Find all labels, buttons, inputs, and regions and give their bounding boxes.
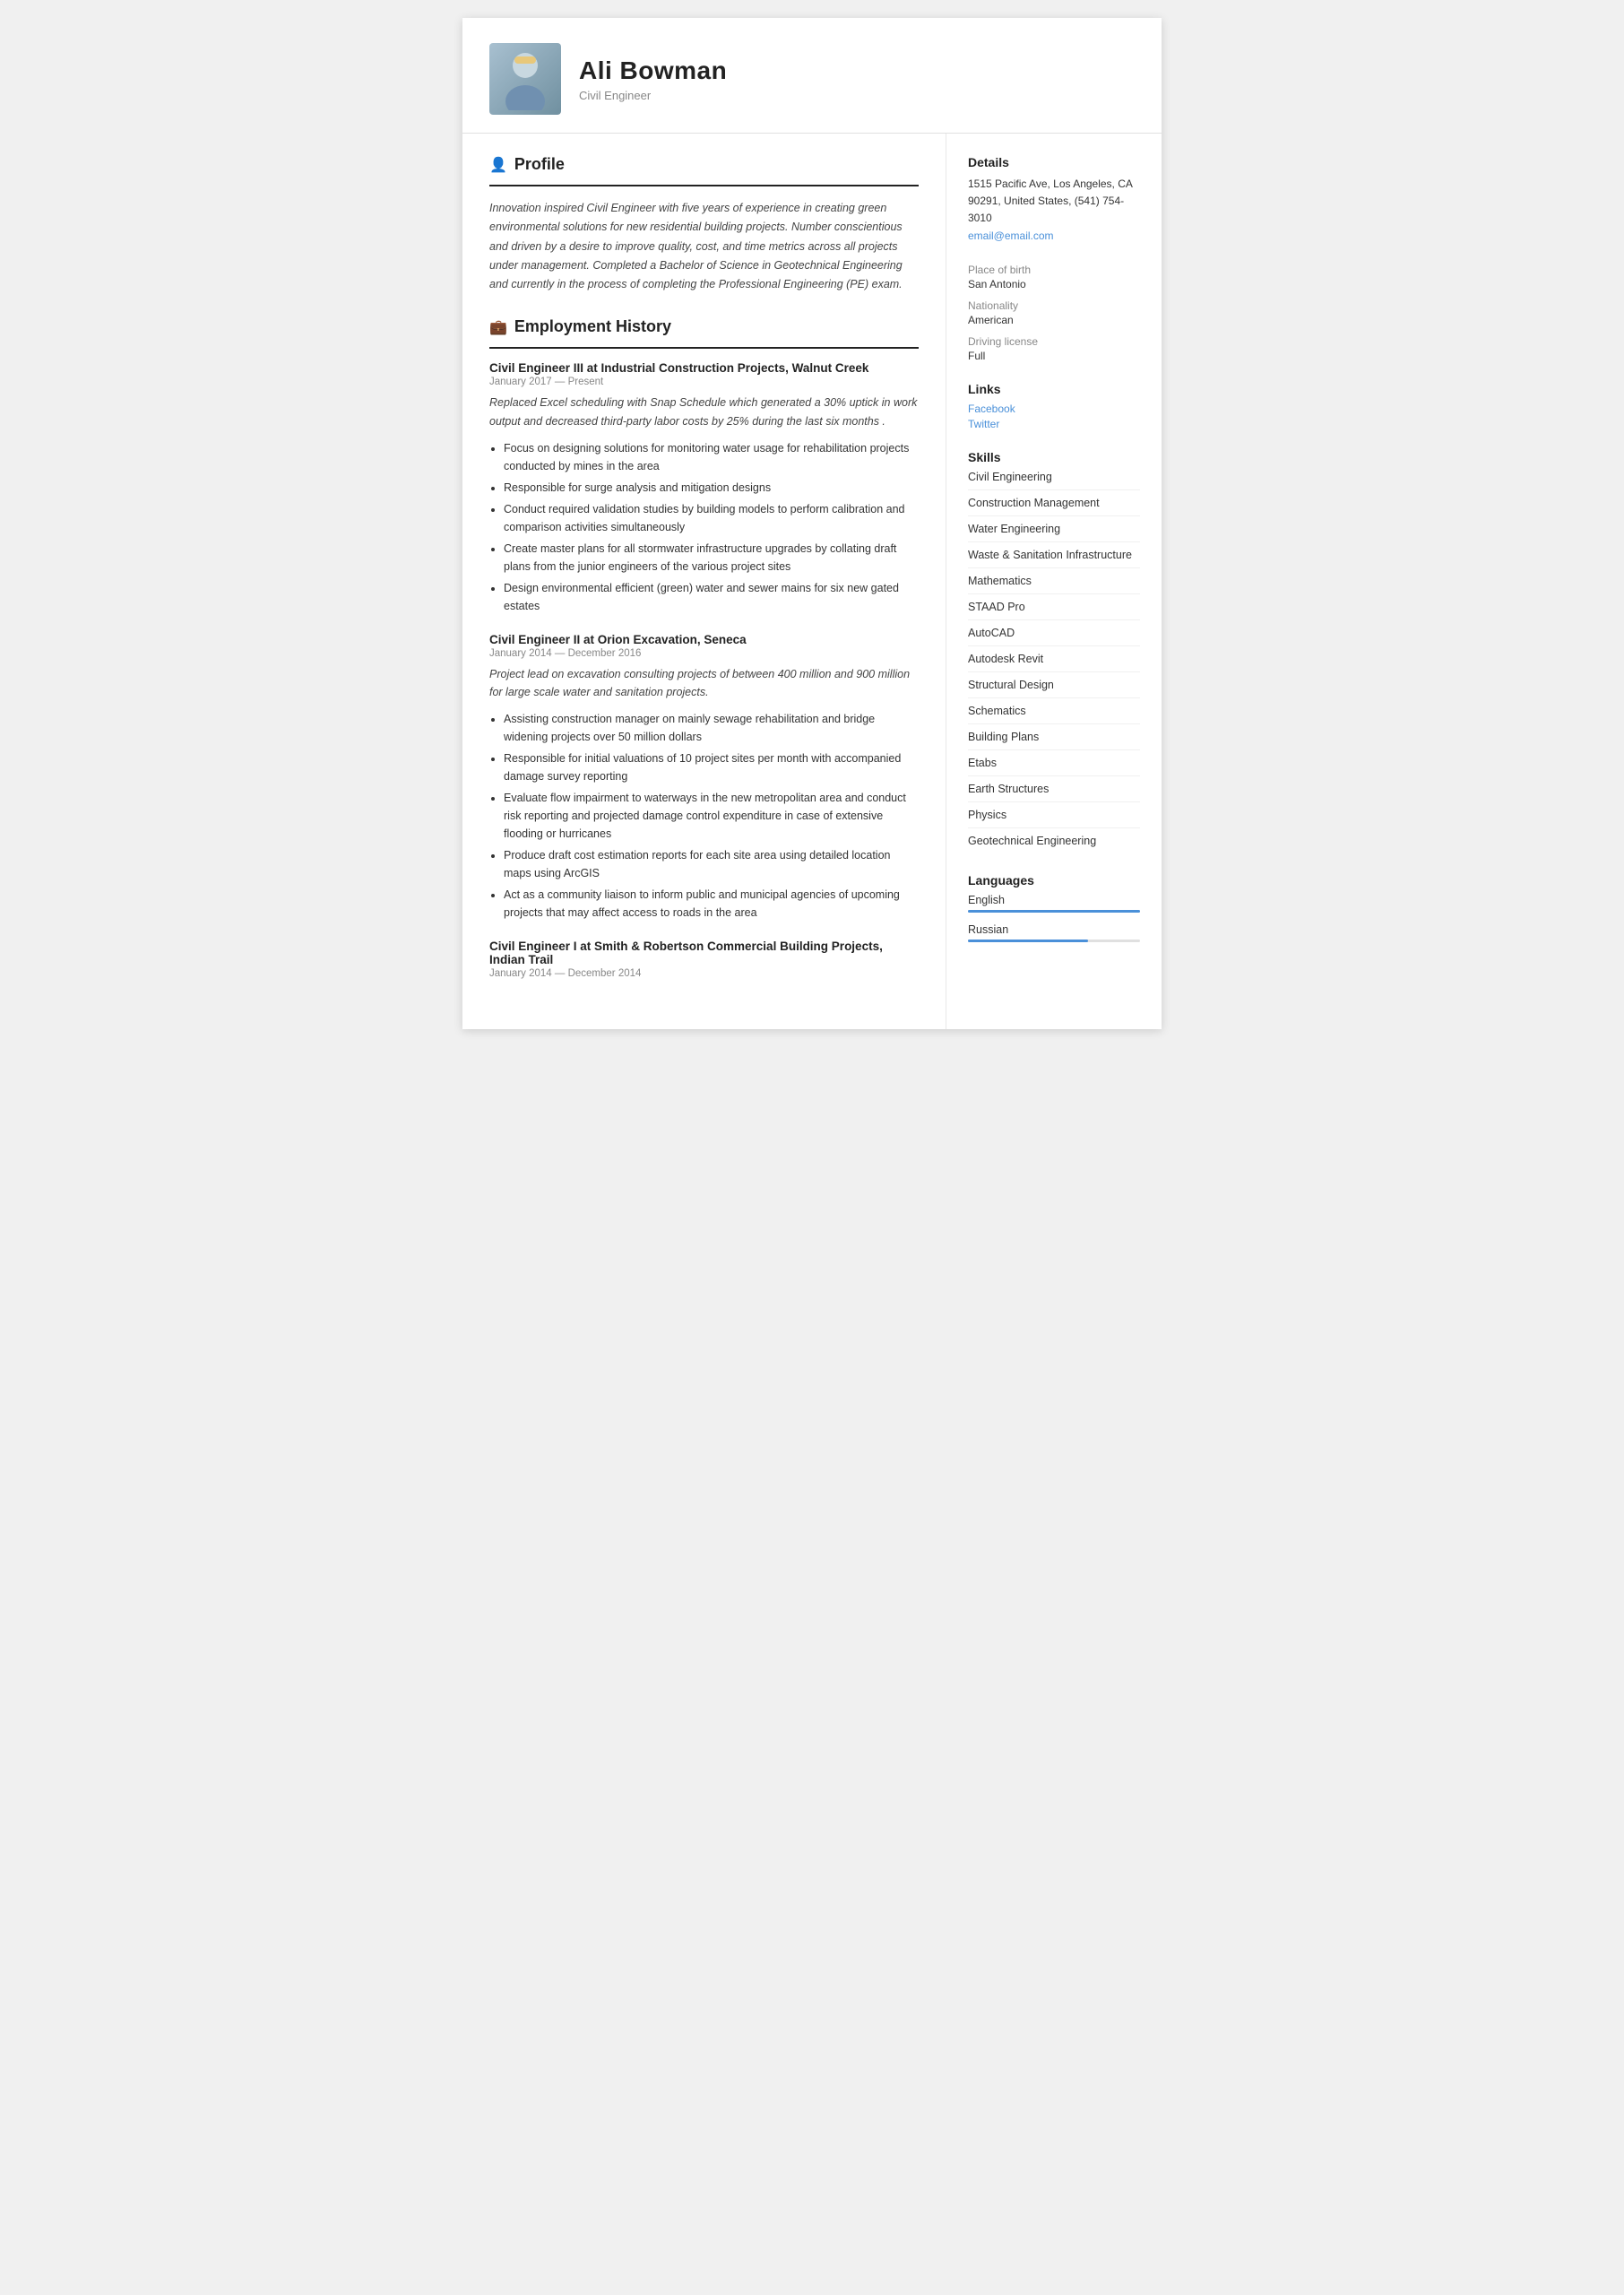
- details-section: Details 1515 Pacific Ave, Los Angeles, C…: [968, 155, 1140, 244]
- language-item-russian: Russian: [968, 923, 1140, 942]
- nationality-value: American: [968, 314, 1140, 326]
- language-bar-fill-russian: [968, 940, 1088, 942]
- list-item: Responsible for surge analysis and mitig…: [504, 479, 919, 497]
- profile-divider: [489, 185, 919, 186]
- language-bar-fill-english: [968, 910, 1140, 913]
- job-bullets-1: Focus on designing solutions for monitor…: [489, 439, 919, 615]
- job-bullets-2: Assisting construction manager on mainly…: [489, 710, 919, 922]
- links-section: Links Facebook Twitter: [968, 382, 1140, 430]
- skill-item: Water Engineering: [968, 523, 1140, 542]
- skill-item: AutoCAD: [968, 627, 1140, 646]
- skill-item: Structural Design: [968, 679, 1140, 698]
- right-column: Details 1515 Pacific Ave, Los Angeles, C…: [946, 134, 1162, 1029]
- skill-item: Schematics: [968, 705, 1140, 724]
- employment-divider: [489, 347, 919, 349]
- language-bar-bg-english: [968, 910, 1140, 913]
- main-content: 👤 Profile Innovation inspired Civil Engi…: [462, 134, 1162, 1029]
- details-email[interactable]: email@email.com: [968, 230, 1054, 242]
- details-address: 1515 Pacific Ave, Los Angeles, CA 90291,…: [968, 176, 1140, 228]
- language-name-russian: Russian: [968, 923, 1140, 936]
- nationality-label: Nationality: [968, 299, 1140, 312]
- employment-section: 💼 Employment History Civil Engineer III …: [489, 317, 919, 979]
- skill-item: Autodesk Revit: [968, 653, 1140, 672]
- skill-item: Mathematics: [968, 575, 1140, 594]
- list-item: Design environmental efficient (green) w…: [504, 579, 919, 615]
- job-description-2: Project lead on excavation consulting pr…: [489, 665, 919, 702]
- profile-icon: 👤: [489, 156, 507, 174]
- profile-section: 👤 Profile Innovation inspired Civil Engi…: [489, 155, 919, 294]
- left-column: 👤 Profile Innovation inspired Civil Engi…: [462, 134, 946, 1029]
- list-item: Conduct required validation studies by b…: [504, 500, 919, 536]
- skill-item: STAAD Pro: [968, 601, 1140, 620]
- details-title: Details: [968, 155, 1140, 169]
- skill-item: Earth Structures: [968, 783, 1140, 802]
- skill-item: Geotechnical Engineering: [968, 835, 1140, 853]
- skills-section: Skills Civil Engineering Construction Ma…: [968, 450, 1140, 853]
- list-item: Create master plans for all stormwater i…: [504, 540, 919, 576]
- job-dates-2: January 2014 — December 2016: [489, 648, 919, 659]
- language-bar-bg-russian: [968, 940, 1140, 942]
- list-item: Focus on designing solutions for monitor…: [504, 439, 919, 475]
- job-title-3: Civil Engineer I at Smith & Robertson Co…: [489, 940, 919, 966]
- job-entry-1: Civil Engineer III at Industrial Constru…: [489, 361, 919, 614]
- link-facebook[interactable]: Facebook: [968, 403, 1140, 415]
- driving-label: Driving license: [968, 335, 1140, 348]
- birth-value: San Antonio: [968, 278, 1140, 290]
- resume-container: Ali Bowman Civil Engineer 👤 Profile Inno…: [462, 18, 1162, 1029]
- header-info: Ali Bowman Civil Engineer: [579, 56, 727, 102]
- job-title-2: Civil Engineer II at Orion Excavation, S…: [489, 633, 919, 646]
- skill-item: Waste & Sanitation Infrastructure: [968, 549, 1140, 568]
- birth-section: Place of birth San Antonio Nationality A…: [968, 264, 1140, 362]
- skill-item: Building Plans: [968, 731, 1140, 750]
- job-dates-3: January 2014 — December 2014: [489, 968, 919, 979]
- link-twitter[interactable]: Twitter: [968, 418, 1140, 430]
- job-entry-2: Civil Engineer II at Orion Excavation, S…: [489, 633, 919, 922]
- birth-label: Place of birth: [968, 264, 1140, 276]
- skill-item: Physics: [968, 809, 1140, 828]
- profile-text: Innovation inspired Civil Engineer with …: [489, 199, 919, 294]
- avatar-image: [489, 43, 561, 115]
- job-dates-1: January 2017 — Present: [489, 377, 919, 387]
- candidate-name: Ali Bowman: [579, 56, 727, 85]
- job-description-1: Replaced Excel scheduling with Snap Sche…: [489, 394, 919, 430]
- skill-item: Construction Management: [968, 497, 1140, 516]
- list-item: Responsible for initial valuations of 10…: [504, 749, 919, 785]
- list-item: Produce draft cost estimation reports fo…: [504, 846, 919, 882]
- language-item-english: English: [968, 894, 1140, 913]
- list-item: Assisting construction manager on mainly…: [504, 710, 919, 746]
- header-section: Ali Bowman Civil Engineer: [462, 18, 1162, 134]
- avatar: [489, 43, 561, 115]
- employment-section-title: 💼 Employment History: [489, 317, 919, 336]
- job-entry-3: Civil Engineer I at Smith & Robertson Co…: [489, 940, 919, 979]
- list-item: Act as a community liaison to inform pub…: [504, 886, 919, 922]
- profile-section-title: 👤 Profile: [489, 155, 919, 174]
- skills-title: Skills: [968, 450, 1140, 464]
- skill-item: Civil Engineering: [968, 471, 1140, 490]
- job-title-1: Civil Engineer III at Industrial Constru…: [489, 361, 919, 375]
- languages-title: Languages: [968, 873, 1140, 888]
- language-name-english: English: [968, 894, 1140, 906]
- links-title: Links: [968, 382, 1140, 396]
- languages-section: Languages English Russian: [968, 873, 1140, 942]
- list-item: Evaluate flow impairment to waterways in…: [504, 789, 919, 843]
- driving-value: Full: [968, 350, 1140, 362]
- skill-item: Etabs: [968, 757, 1140, 776]
- employment-icon: 💼: [489, 318, 507, 336]
- candidate-job-title: Civil Engineer: [579, 89, 727, 102]
